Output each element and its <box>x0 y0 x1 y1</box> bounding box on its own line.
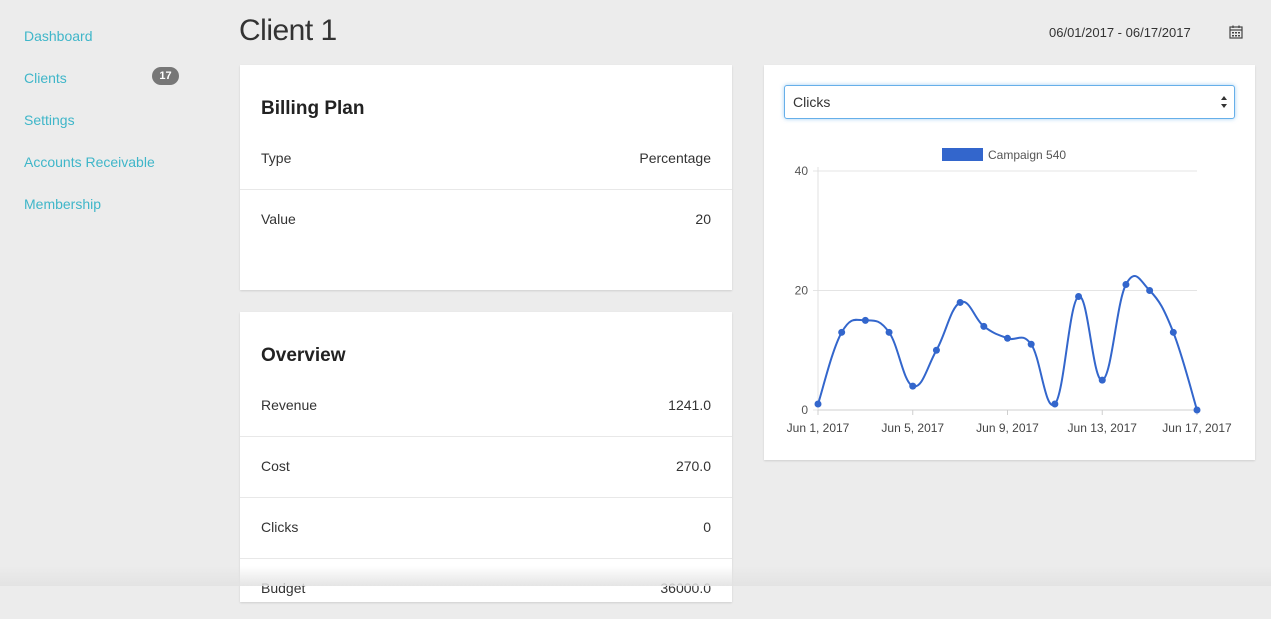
x-tick-label: Jun 1, 2017 <box>787 421 850 435</box>
y-tick-label: 40 <box>795 164 809 178</box>
series-line-campaign-540 <box>817 275 1198 411</box>
revenue-value: 1241.0 <box>668 397 711 413</box>
overview-row-budget: Budget 36000.0 <box>240 558 732 619</box>
x-tick-label: Jun 17, 2017 <box>1162 421 1232 435</box>
legend-swatch <box>942 148 983 161</box>
billing-type-label: Type <box>261 150 292 166</box>
date-range[interactable]: 06/01/2017 - 06/17/2017 <box>1049 25 1191 40</box>
data-point <box>861 316 869 324</box>
x-tick-label: Jun 5, 2017 <box>881 421 944 435</box>
data-point <box>885 328 893 336</box>
billing-value-value: 20 <box>695 211 711 227</box>
data-point <box>956 298 964 306</box>
data-point <box>980 322 988 330</box>
sidebar-item-dashboard[interactable]: Dashboard <box>24 27 93 45</box>
data-point <box>1146 287 1154 294</box>
budget-label: Budget <box>261 580 306 596</box>
data-point <box>1051 400 1059 408</box>
data-point <box>1004 334 1011 342</box>
data-point <box>1098 376 1106 384</box>
data-point <box>838 328 846 336</box>
y-tick-label: 0 <box>801 403 808 417</box>
data-point <box>1122 281 1130 289</box>
overview-title: Overview <box>261 345 346 366</box>
calendar-icon[interactable] <box>1229 25 1243 39</box>
sidebar-item-accounts-receivable[interactable]: Accounts Receivable <box>24 153 155 171</box>
overview-row-cost: Cost 270.0 <box>240 436 732 498</box>
data-point <box>909 382 917 390</box>
data-point <box>1027 340 1035 348</box>
legend-label: Campaign 540 <box>988 148 1066 162</box>
clicks-label: Clicks <box>261 519 299 535</box>
overview-row-clicks: Clicks 0 <box>240 497 732 559</box>
revenue-label: Revenue <box>261 397 318 413</box>
clicks-line-chart: 0 20 40 Jun 1, 2017 Jun 5, 2017 Jun 9, 2017 Ju… <box>787 148 1232 435</box>
x-tick-label: Jun 9, 2017 <box>976 421 1039 435</box>
data-point <box>932 346 940 354</box>
budget-value: 36000.0 <box>660 580 711 596</box>
cost-label: Cost <box>261 458 290 474</box>
sidebar-item-clients[interactable]: Clients <box>24 69 67 87</box>
billing-value-label: Value <box>261 211 296 227</box>
select-arrows-icon <box>1221 96 1227 108</box>
overview-card: Overview Revenue 1241.0 Cost 270.0 Click… <box>240 312 732 602</box>
billing-plan-title: Billing Plan <box>261 98 365 119</box>
data-point <box>814 400 822 408</box>
chart-card: Clicks 0 20 40 Jun 1, 2017 Jun 5, 2017 Jun 9,… <box>764 65 1255 460</box>
data-point <box>1169 328 1177 336</box>
metric-select-value: Clicks <box>793 94 831 110</box>
billing-row-value: Value 20 <box>240 189 732 250</box>
data-point <box>1075 292 1083 300</box>
sidebar-item-membership[interactable]: Membership <box>24 195 101 213</box>
clients-count-badge: 17 <box>152 67 179 85</box>
page-title: Client 1 <box>239 14 337 47</box>
billing-row-type: Type Percentage <box>240 128 732 190</box>
clicks-value: 0 <box>703 519 711 535</box>
metric-select[interactable]: Clicks <box>784 85 1235 119</box>
billing-plan-card: Billing Plan Type Percentage Value 20 <box>240 65 732 290</box>
sidebar-item-settings[interactable]: Settings <box>24 111 75 129</box>
overview-row-revenue: Revenue 1241.0 <box>240 375 732 437</box>
data-point <box>1193 406 1201 414</box>
x-tick-label: Jun 13, 2017 <box>1068 421 1138 435</box>
billing-type-value: Percentage <box>639 150 711 166</box>
cost-value: 270.0 <box>675 458 711 474</box>
y-tick-label: 20 <box>795 284 809 298</box>
